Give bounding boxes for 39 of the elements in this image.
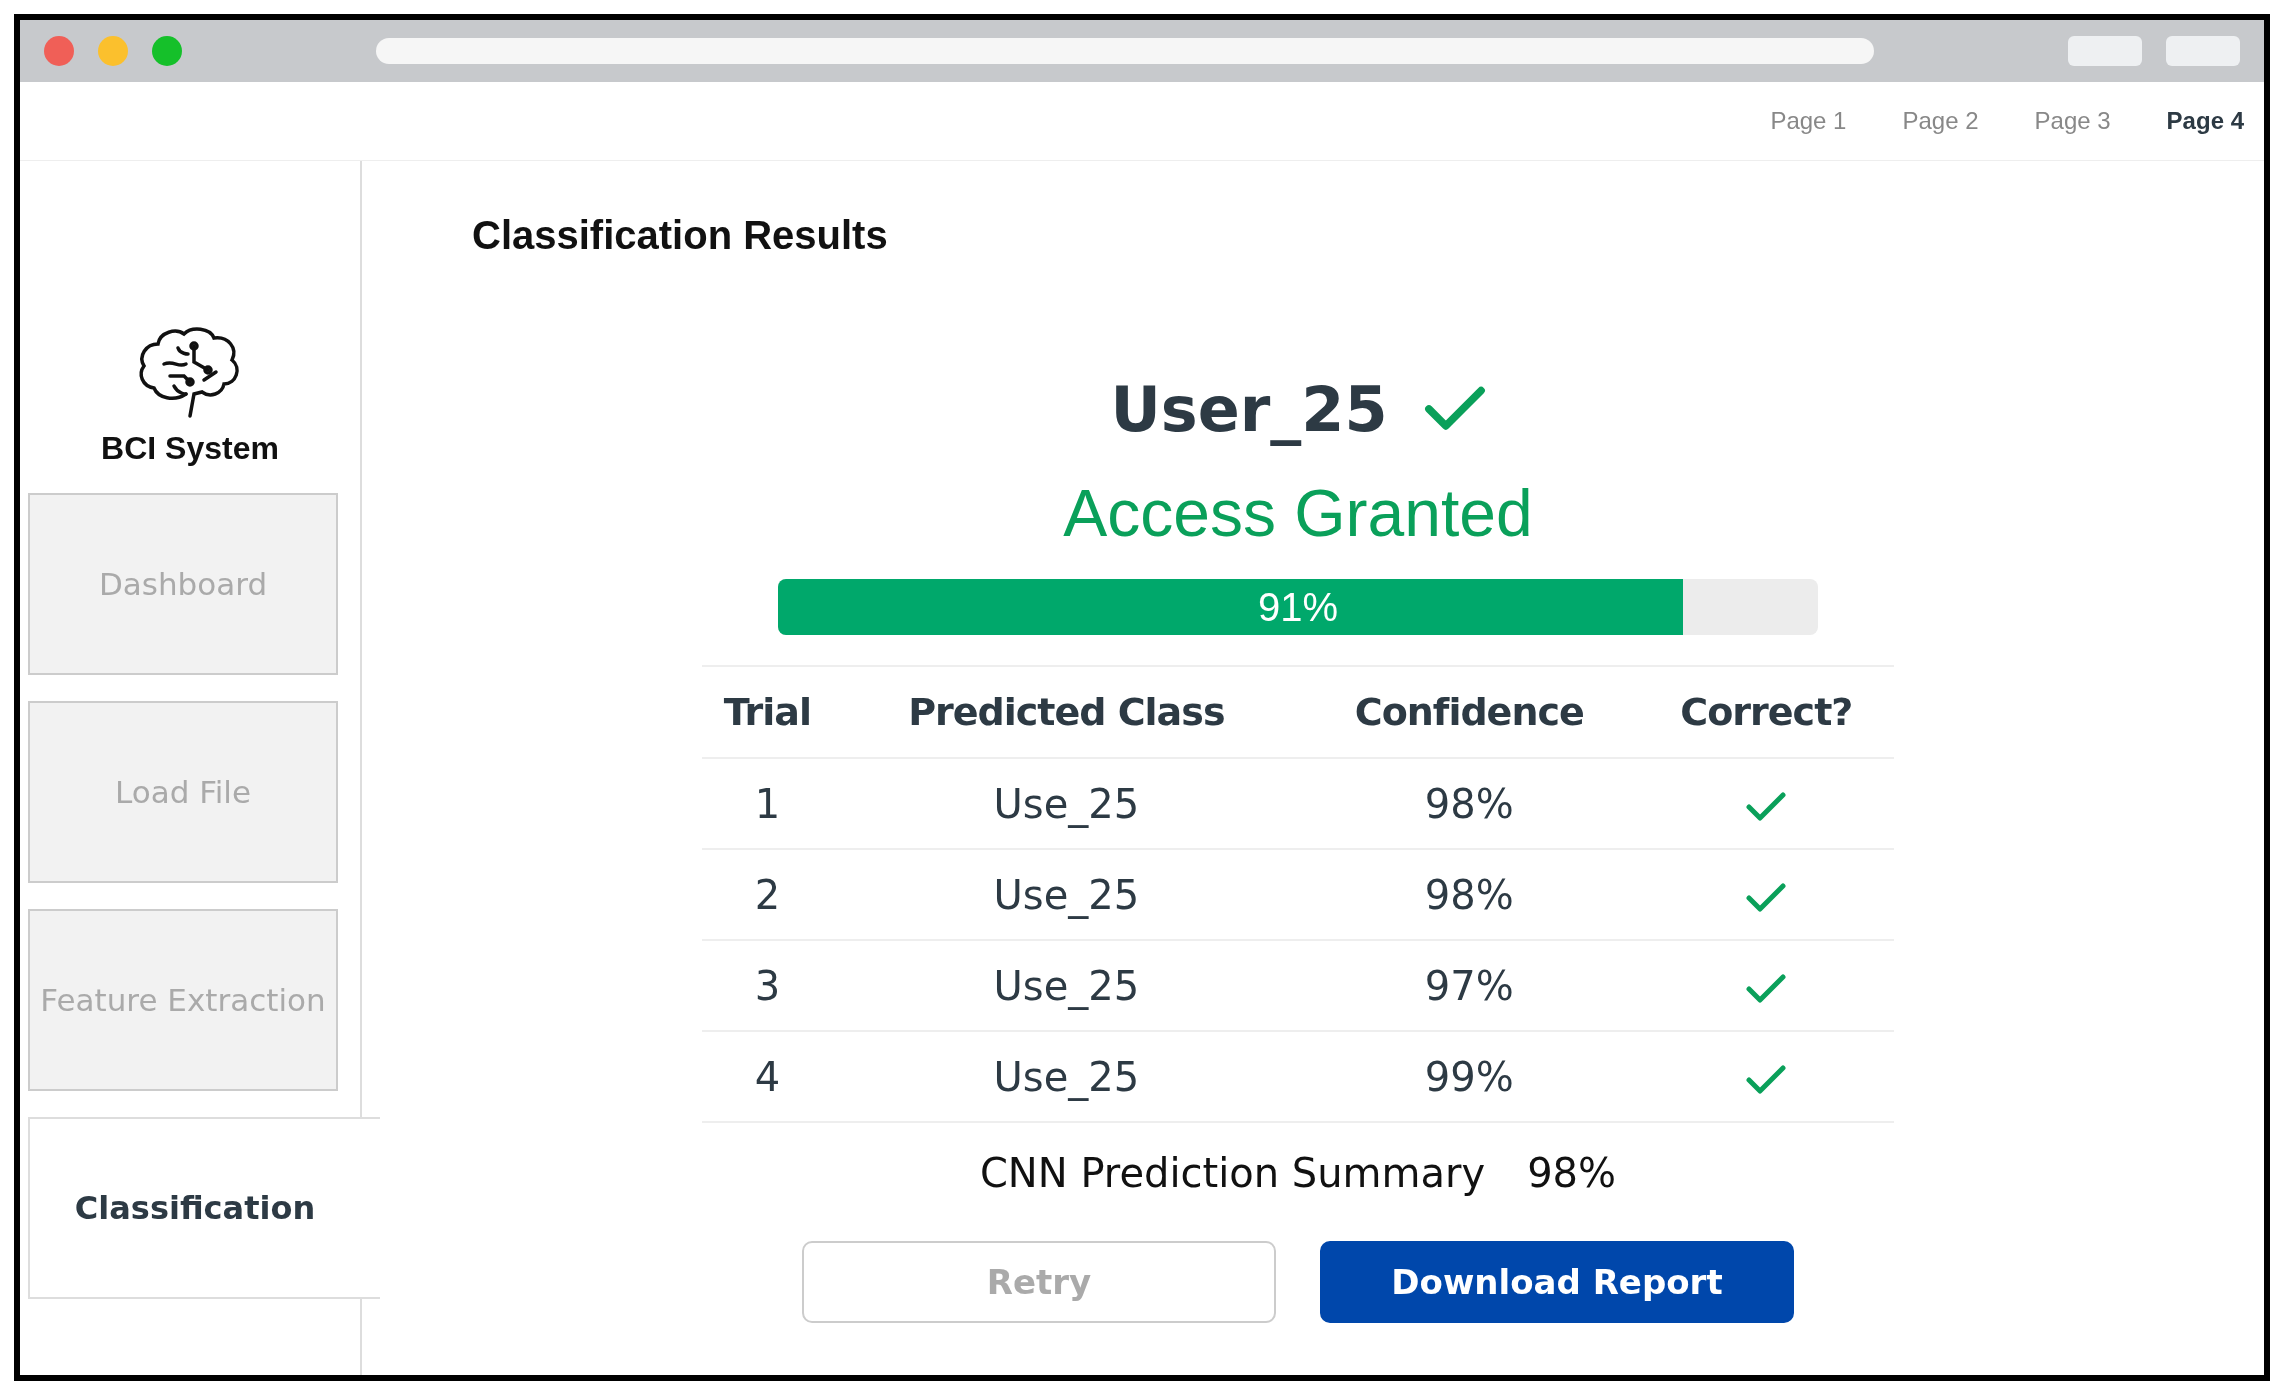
download-button[interactable]: Download Report: [1320, 1241, 1794, 1323]
access-status: Access Granted: [1063, 475, 1533, 551]
maximize-button[interactable]: [152, 36, 182, 66]
table-cell: 98%: [1299, 849, 1639, 940]
sidebar-item[interactable]: Classification: [28, 1117, 380, 1299]
user-name: User_25: [1110, 372, 1388, 446]
summary-value: 98%: [1527, 1150, 1617, 1196]
page-tab[interactable]: Page 2: [1902, 107, 1979, 135]
column-header: Confidence: [1299, 666, 1639, 758]
toolbar-button[interactable]: [2068, 36, 2142, 66]
page-title: Classification Results: [472, 213, 888, 258]
table-cell: 98%: [1299, 758, 1639, 849]
sidebar-item[interactable]: Load File: [28, 701, 338, 883]
progress-reading: 91%: [1257, 584, 1339, 631]
table-cell: 1: [702, 758, 833, 849]
table-cell: Use_25: [832, 849, 1300, 940]
table-cell: 3: [702, 940, 833, 1031]
page-tab[interactable]: Page 4: [2166, 107, 2244, 135]
table-cell: Use_25: [832, 940, 1300, 1031]
retry-button[interactable]: Retry: [802, 1241, 1276, 1323]
table-cell: 99%: [1299, 1031, 1639, 1122]
table-cell: Use_25: [832, 1031, 1300, 1122]
column-header: Correct?: [1638, 666, 1894, 758]
summary-label: CNN Prediction Summary: [979, 1150, 1486, 1196]
column-header: Predicted Class: [832, 666, 1300, 758]
column-header: Trial: [702, 666, 833, 758]
table-cell: 97%: [1299, 940, 1639, 1031]
address-bar[interactable]: [376, 38, 1874, 64]
app-name: BCI System: [101, 430, 279, 467]
close-button[interactable]: [44, 36, 74, 66]
sidebar-item[interactable]: Feature Extraction: [28, 909, 338, 1091]
table-cell: 4: [702, 1031, 833, 1122]
sidebar-item[interactable]: Dashboard: [28, 493, 338, 675]
toolbar-button[interactable]: [2166, 36, 2240, 66]
table-cell: Use_25: [832, 758, 1300, 849]
page-tab[interactable]: Page 3: [2034, 107, 2111, 135]
minimize-button[interactable]: [98, 36, 128, 66]
table-cell: 2: [702, 849, 833, 940]
page-tab[interactable]: Page 1: [1770, 107, 1847, 135]
